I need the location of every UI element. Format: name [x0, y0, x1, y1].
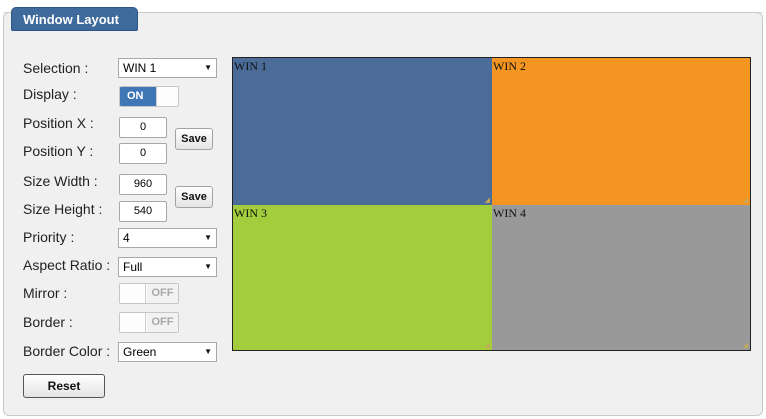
- mirror-toggle[interactable]: OFF: [119, 283, 179, 304]
- aspect-ratio-value: Full: [123, 260, 143, 274]
- chevron-down-icon: ▼: [204, 262, 212, 271]
- size-height-input[interactable]: 540: [119, 201, 167, 222]
- display-toggle-state: ON: [120, 87, 156, 106]
- border-color-label: Border Color :: [23, 343, 111, 359]
- priority-dropdown[interactable]: 4 ▼: [118, 228, 217, 248]
- mirror-toggle-state: OFF: [147, 284, 178, 303]
- position-x-input[interactable]: 0: [119, 117, 167, 138]
- selection-dropdown[interactable]: WIN 1 ▼: [118, 58, 217, 78]
- border-color-dropdown[interactable]: Green ▼: [118, 342, 217, 362]
- position-y-input[interactable]: 0: [119, 143, 167, 164]
- aspect-ratio-label: Aspect Ratio :: [23, 257, 111, 273]
- reset-button[interactable]: Reset: [23, 374, 105, 398]
- size-height-label: Size Height :: [23, 201, 103, 217]
- resize-grip-icon[interactable]: ◢: [485, 342, 490, 349]
- position-save-button[interactable]: Save: [175, 128, 213, 150]
- border-color-value: Green: [123, 345, 157, 359]
- size-width-input[interactable]: 960: [119, 174, 167, 195]
- border-toggle-state: OFF: [147, 313, 178, 332]
- selection-value: WIN 1: [123, 61, 157, 75]
- selection-label: Selection :: [23, 60, 89, 76]
- size-save-button[interactable]: Save: [175, 186, 213, 208]
- aspect-ratio-dropdown[interactable]: Full ▼: [118, 257, 217, 277]
- priority-label: Priority :: [23, 229, 75, 245]
- layout-preview: WIN 1 ◢ WIN 2 ◢ WIN 3 ◢ WIN 4 ◢: [232, 57, 751, 351]
- window-label: WIN 1: [234, 59, 267, 73]
- position-y-label: Position Y :: [23, 143, 94, 159]
- size-width-label: Size Width :: [23, 173, 98, 189]
- border-toggle[interactable]: OFF: [119, 312, 179, 333]
- display-label: Display :: [23, 86, 77, 102]
- panel-title: Window Layout: [11, 7, 138, 31]
- window-tile-3[interactable]: WIN 3 ◢: [233, 205, 492, 350]
- toggle-knob: [120, 284, 146, 303]
- priority-value: 4: [123, 231, 130, 245]
- resize-grip-icon[interactable]: ◢: [743, 342, 748, 349]
- display-toggle[interactable]: ON: [119, 86, 179, 107]
- window-label: WIN 4: [493, 206, 526, 220]
- window-tile-1[interactable]: WIN 1 ◢: [233, 58, 492, 205]
- toggle-knob: [156, 87, 178, 106]
- toggle-knob: [120, 313, 146, 332]
- window-tile-2[interactable]: WIN 2 ◢: [492, 58, 750, 205]
- window-label: WIN 2: [493, 59, 526, 73]
- resize-grip-icon[interactable]: ◢: [743, 197, 748, 204]
- position-x-label: Position X :: [23, 115, 94, 131]
- resize-grip-icon[interactable]: ◢: [485, 197, 490, 204]
- chevron-down-icon: ▼: [204, 63, 212, 72]
- window-tile-4[interactable]: WIN 4 ◢: [492, 205, 750, 350]
- window-label: WIN 3: [234, 206, 267, 220]
- mirror-label: Mirror :: [23, 285, 68, 301]
- border-label: Border :: [23, 314, 73, 330]
- chevron-down-icon: ▼: [204, 233, 212, 242]
- chevron-down-icon: ▼: [204, 347, 212, 356]
